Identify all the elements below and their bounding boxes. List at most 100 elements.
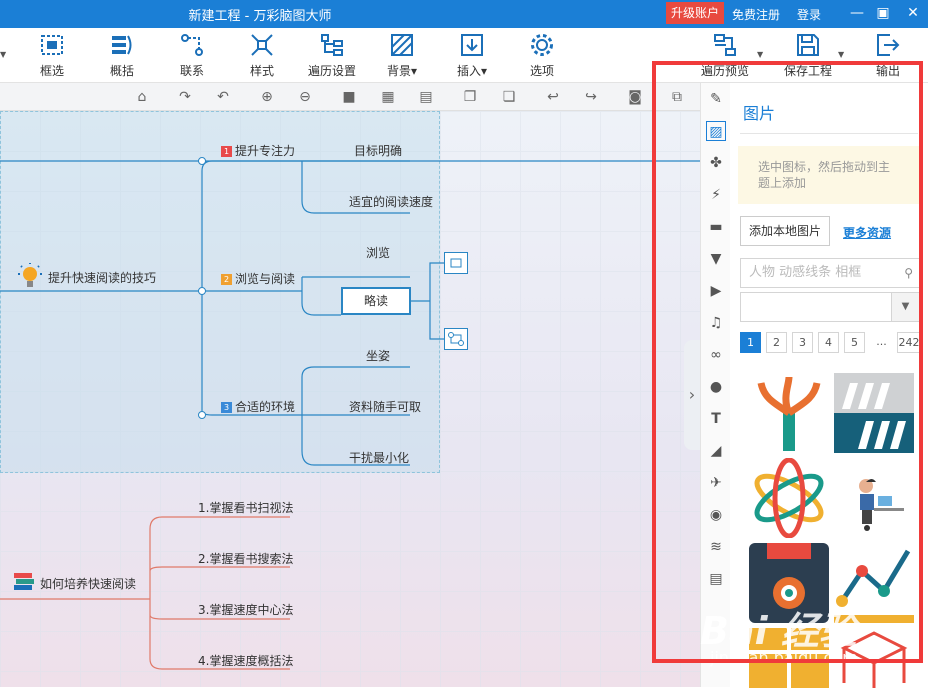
relation-button[interactable]: 联系 — [157, 32, 227, 79]
branch-topic-3[interactable]: 3 合适的环境 — [221, 398, 295, 415]
login-link[interactable]: 登录 — [797, 6, 821, 23]
person-at-desk-icon[interactable] — [834, 458, 914, 538]
page-button-5[interactable]: 5 — [844, 332, 865, 353]
undo-icon[interactable]: ↩ — [544, 89, 562, 105]
link-icon[interactable]: ∞ — [706, 345, 726, 365]
options-button[interactable]: 选项 — [507, 32, 577, 79]
minimize-icon[interactable]: — — [846, 2, 868, 24]
add-topic-handle-icon[interactable] — [444, 252, 468, 274]
page-button-1[interactable]: 1 — [740, 332, 761, 353]
subtopic[interactable]: 2.掌握看书搜索法 — [198, 550, 293, 567]
chevron-down-icon[interactable]: ▼ — [891, 293, 919, 321]
books-thumbnail-icon[interactable] — [834, 373, 914, 453]
subtopic[interactable]: 适宜的阅读速度 — [349, 193, 433, 210]
save-project-button[interactable]: 保存工程 — [773, 32, 843, 79]
comment-icon[interactable]: ▬ — [706, 217, 726, 237]
more-resources-link[interactable]: 更多资源 — [843, 224, 891, 241]
subtopic[interactable]: 坐姿 — [366, 347, 390, 364]
subtopic[interactable]: 资料随手可取 — [349, 398, 421, 415]
zoom-in-icon[interactable]: ⊕ — [258, 89, 276, 105]
panel-tab-bar: ✎ ▨ ✤ ⚡ ▬ ▼ ▶ ♫ ∞ ● T ◢ ✈ ◉ ≋ ▤ — [700, 83, 730, 687]
grid-icon[interactable]: ▦ — [379, 89, 397, 105]
branch-topic-2[interactable]: 2 浏览与阅读 — [221, 270, 295, 287]
relation-icon — [181, 34, 203, 56]
register-link[interactable]: 免费注册 — [732, 6, 780, 23]
music-icon[interactable]: ♫ — [706, 313, 726, 333]
traverse-settings-button[interactable]: 遍历设置 — [297, 32, 367, 79]
swf-icon[interactable]: ◉ — [706, 505, 726, 525]
gear-icon — [531, 34, 553, 56]
traverse-preview-icon — [714, 34, 736, 56]
paste-icon[interactable]: ❏ — [500, 89, 518, 105]
export-icon — [877, 34, 900, 56]
hint-box: 选中图标，然后拖动到主题上添加 — [738, 146, 920, 204]
lock-icon[interactable]: ■ — [340, 89, 358, 105]
subtopic[interactable]: 1.掌握看书扫视法 — [198, 499, 293, 516]
edit-toolbar: ⌂ ↷ ↶ ⊕ ⊖ ■ ▦ ▤ ❐ ❏ ↩ ↪ ◙ ⧉ — [0, 83, 700, 111]
subtopic[interactable]: 4.掌握速度概括法 — [198, 652, 293, 669]
traverse-preview-dropdown-icon[interactable]: ▼ — [757, 50, 763, 59]
collapse-panel-button[interactable]: › — [684, 340, 700, 450]
search-input[interactable]: 人物 动感线条 相框 ⚲ — [740, 258, 920, 288]
save-dropdown-icon[interactable]: ▼ — [838, 50, 844, 59]
video-icon[interactable]: ▶ — [706, 281, 726, 301]
selected-subtopic[interactable]: 略读 — [341, 287, 411, 315]
add-local-image-button[interactable]: 添加本地图片 — [740, 216, 830, 246]
page-button-last[interactable]: 242 — [897, 332, 921, 353]
flash-icon[interactable]: ⚡ — [706, 185, 726, 205]
watermark-url: jingyan.baidu.com — [710, 648, 858, 667]
upgrade-account-button[interactable]: 升级账户 — [666, 2, 724, 24]
frame-select-button[interactable]: 框选 — [17, 32, 87, 79]
search-icon[interactable]: ⚲ — [904, 259, 913, 287]
chart-icon[interactable]: ◢ — [706, 441, 726, 461]
page-button-3[interactable]: 3 — [792, 332, 813, 353]
traverse-preview-button[interactable]: 遍历预览 — [690, 32, 760, 79]
tree-icon[interactable] — [749, 373, 829, 453]
fullscreen-icon[interactable]: ⧉ — [668, 89, 686, 105]
page-button-4[interactable]: 4 — [818, 332, 839, 353]
main-toolbar: 框选 概括 联系 样式 遍历设置 背景▾ 插入▾ 选项 遍历预览 保存工程 输出… — [0, 28, 928, 83]
summary-icon — [112, 35, 132, 55]
page-button-2[interactable]: 2 — [766, 332, 787, 353]
plane-icon[interactable]: ✈ — [706, 473, 726, 493]
background-button[interactable]: 背景▾ — [367, 32, 437, 79]
edit-icon[interactable]: ✎ — [706, 89, 726, 109]
text-icon[interactable]: T — [706, 409, 726, 429]
restore-icon[interactable]: ▣ — [872, 2, 894, 24]
copy-icon[interactable]: ❐ — [461, 89, 479, 105]
close-icon[interactable]: ✕ — [902, 2, 924, 24]
left-dropdown-icon[interactable]: ▼ — [0, 50, 6, 59]
root-topic-1[interactable]: 提升快速阅读的技巧 — [48, 269, 156, 286]
shirt-icon[interactable]: ▼ — [706, 249, 726, 269]
layers-icon[interactable]: ≋ — [706, 537, 726, 557]
home-icon[interactable]: ⌂ — [133, 89, 151, 105]
image-icon[interactable]: ▨ — [706, 121, 726, 141]
root-topic-2[interactable]: 如何培养快速阅读 — [40, 575, 136, 592]
archive-icon[interactable]: ▤ — [706, 569, 726, 589]
branch-topic-1[interactable]: 1 提升专注力 — [221, 142, 295, 159]
insert-button[interactable]: 插入▾ — [437, 32, 507, 79]
camera-icon[interactable]: ◙ — [626, 89, 644, 105]
divider — [740, 133, 918, 134]
summary-button[interactable]: 概括 — [87, 32, 157, 79]
add-relation-handle-icon[interactable] — [444, 328, 468, 350]
subtopic[interactable]: 目标明确 — [354, 142, 402, 159]
frame-select-icon — [41, 35, 63, 55]
undo-branch-icon[interactable]: ↶ — [214, 89, 232, 105]
books-icon — [12, 569, 36, 598]
subtopic[interactable]: 浏览 — [366, 244, 390, 261]
category-select[interactable]: ▼ — [740, 292, 920, 322]
atom-icon[interactable] — [749, 458, 829, 538]
export-button[interactable]: 输出 — [853, 32, 923, 79]
zoom-out-icon[interactable]: ⊖ — [296, 89, 314, 105]
shape-icon[interactable]: ● — [706, 377, 726, 397]
mindmap-canvas[interactable]: 提升快速阅读的技巧 1 提升专注力 2 浏览与阅读 3 合适的环境 目标明确 适宜的阅… — [0, 111, 700, 687]
watermark-logo: Bai 经验 — [700, 609, 857, 653]
subtopic[interactable]: 干扰最小化 — [349, 449, 409, 466]
redo-icon[interactable]: ↪ — [582, 89, 600, 105]
icons-icon[interactable]: ✤ — [706, 153, 726, 173]
subtopic[interactable]: 3.掌握速度中心法 — [198, 601, 293, 618]
style-button[interactable]: 样式 — [227, 32, 297, 79]
redo-branch-icon[interactable]: ↷ — [176, 89, 194, 105]
grid-settings-icon[interactable]: ▤ — [417, 89, 435, 105]
